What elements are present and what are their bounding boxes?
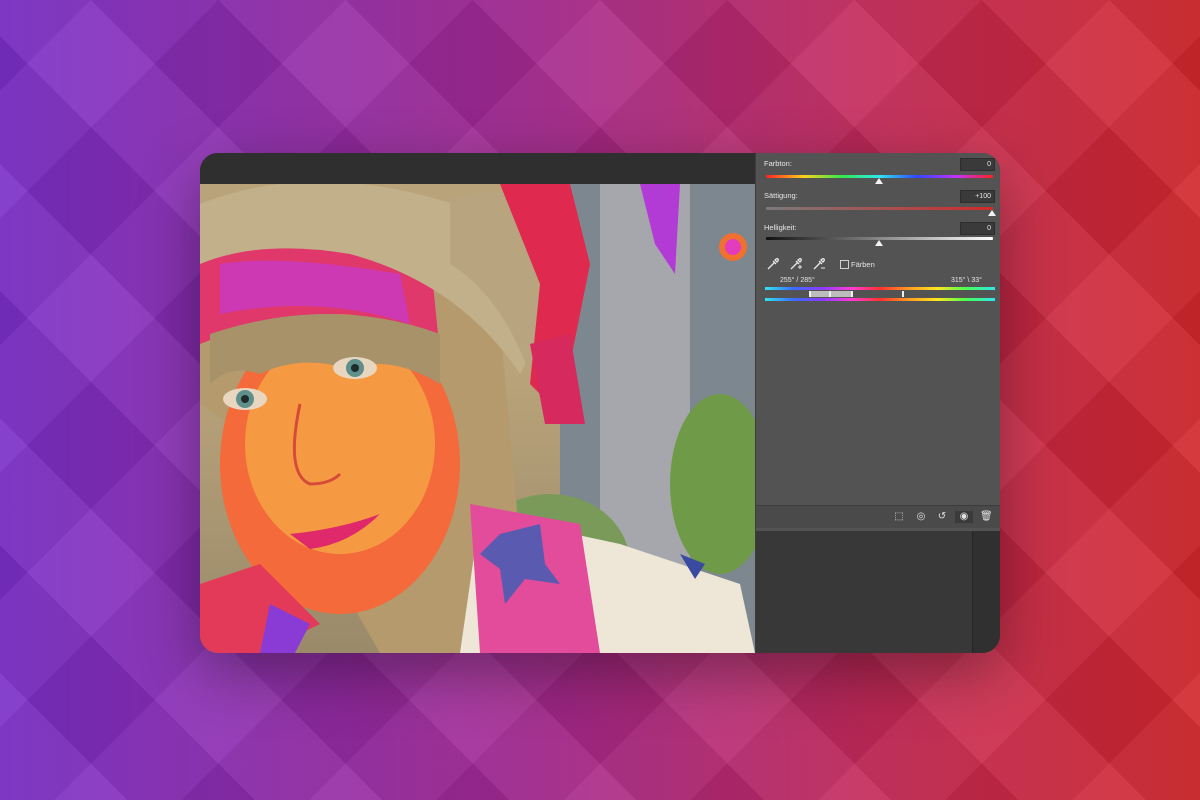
colorize-label: Färben	[851, 260, 875, 269]
saturation-value-field[interactable]: +100	[960, 190, 995, 203]
color-range-selection[interactable]	[810, 291, 852, 297]
photo-illustration	[200, 184, 755, 653]
range-left-readout: 255° / 285°	[780, 277, 815, 284]
canvas-area	[200, 153, 755, 653]
eye-icon[interactable]: ◉	[955, 511, 973, 523]
saturation-label: Sättigung:	[764, 191, 798, 200]
layers-panel-area	[756, 531, 1000, 653]
saturation-slider[interactable]	[766, 207, 993, 210]
canvas-topbar	[200, 153, 755, 184]
range-handle-4[interactable]	[902, 291, 904, 297]
hue-slider-thumb[interactable]	[875, 178, 883, 184]
properties-panel: Farbton: 0 Sättigung: +100 Helligkeit: 0…	[755, 153, 1000, 653]
app-window: Farbton: 0 Sättigung: +100 Helligkeit: 0…	[200, 153, 1000, 653]
color-range-bar-bottom	[765, 298, 995, 301]
range-handle-2[interactable]	[829, 291, 831, 297]
eyedropper-add-icon[interactable]	[789, 257, 803, 271]
reset-icon[interactable]: ↺	[936, 511, 948, 523]
hue-value-field[interactable]: 0	[960, 158, 995, 171]
lightness-label: Helligkeit:	[764, 223, 797, 232]
range-right-readout: 315° \ 33°	[951, 277, 982, 284]
hue-label: Farbton:	[764, 159, 792, 168]
trash-icon[interactable]: 🗑	[980, 511, 993, 523]
range-handle-1[interactable]	[809, 291, 811, 297]
clip-to-layer-icon[interactable]: ⬚	[893, 511, 905, 523]
range-handle-3[interactable]	[851, 291, 853, 297]
eyedropper-icon[interactable]	[766, 257, 780, 271]
saturation-slider-thumb[interactable]	[988, 210, 996, 216]
photo-canvas[interactable]	[200, 184, 755, 653]
panel-footer: ⬚ ◎ ↺ ◉ 🗑	[756, 505, 1000, 528]
colorize-checkbox[interactable]	[840, 260, 849, 269]
eyedropper-subtract-icon[interactable]	[812, 257, 826, 271]
panel-scroll-strip	[972, 531, 1000, 653]
visibility-preview-icon[interactable]: ◎	[915, 511, 927, 523]
lightness-slider-thumb[interactable]	[875, 240, 883, 246]
color-range-bar-top	[765, 287, 995, 290]
lightness-value-field[interactable]: 0	[960, 222, 995, 235]
